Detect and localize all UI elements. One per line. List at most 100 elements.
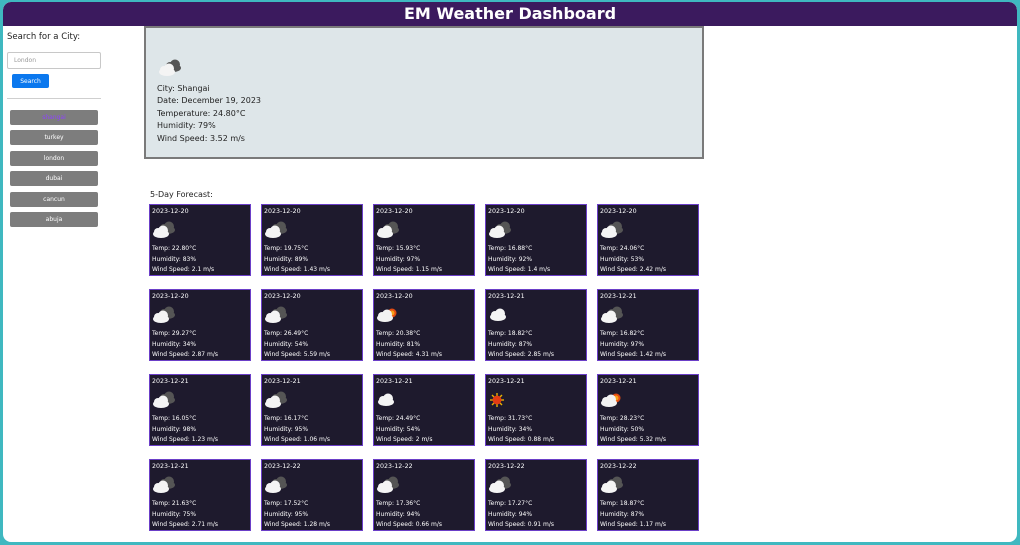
forecast-temp: Temp: 22.80°C xyxy=(152,245,197,252)
forecast-date: 2023-12-22 xyxy=(488,463,525,470)
forecast-date: 2023-12-21 xyxy=(152,378,189,385)
forecast-wind-speed: Wind Speed: 1.17 m/s xyxy=(600,521,666,529)
current-temperature: Temperature: 24.80°C xyxy=(157,108,246,118)
city-history-button-london[interactable]: london xyxy=(10,150,98,166)
forecast-wind-speed: Wind Speed: 1.06 m/s xyxy=(264,436,330,444)
forecast-wind-speed: Wind Speed: 2.42 m/s xyxy=(600,266,666,274)
forecast-wind-speed: Wind Speed: 5.59 m/s xyxy=(264,351,330,359)
partly-sunny-icon xyxy=(600,390,624,414)
forecast-wind-speed: Wind Speed: 0.88 m/s xyxy=(488,436,554,444)
forecast-humidity: Humidity: 75% xyxy=(152,510,197,518)
cloudy-icon xyxy=(376,220,400,244)
search-label: Search for a City: xyxy=(7,32,81,42)
forecast-humidity: Humidity: 54% xyxy=(264,340,309,348)
cloudy-icon xyxy=(376,475,400,499)
forecast-card: 2023-12-20 Temp: 20.38°C Humidity: 81% W… xyxy=(373,289,475,361)
forecast-temp: Temp: 17.52°C xyxy=(264,500,309,507)
forecast-temp: Temp: 20.38°C xyxy=(376,330,421,337)
cloudy-icon xyxy=(600,220,624,244)
sun-icon xyxy=(488,390,510,414)
app-window: EM Weather Dashboard Search for a City: … xyxy=(3,2,1017,542)
forecast-title: 5-Day Forecast: xyxy=(150,190,213,199)
forecast-date: 2023-12-20 xyxy=(264,293,301,300)
forecast-date: 2023-12-20 xyxy=(152,208,189,215)
page-title: EM Weather Dashboard xyxy=(403,4,617,23)
forecast-humidity: Humidity: 50% xyxy=(600,425,645,433)
forecast-humidity: Humidity: 95% xyxy=(264,425,309,433)
forecast-date: 2023-12-20 xyxy=(600,208,637,215)
forecast-wind-speed: Wind Speed: 2.1 m/s xyxy=(152,266,215,274)
forecast-humidity: Humidity: 87% xyxy=(600,510,645,518)
forecast-card: 2023-12-20 Temp: 22.80°C Humidity: 83% W… xyxy=(149,204,251,276)
cloudy-icon xyxy=(488,475,512,499)
city-history-button-turkey[interactable]: turkey xyxy=(10,130,98,146)
forecast-card: 2023-12-20 Temp: 16.88°C Humidity: 92% W… xyxy=(485,204,587,276)
forecast-temp: Temp: 21.63°C xyxy=(152,500,197,507)
cloudy-icon xyxy=(152,390,176,414)
forecast-humidity: Humidity: 95% xyxy=(264,510,309,518)
forecast-card: 2023-12-20 Temp: 15.93°C Humidity: 97% W… xyxy=(373,204,475,276)
cloud-icon xyxy=(376,390,400,414)
forecast-card: 2023-12-20 Temp: 29.27°C Humidity: 34% W… xyxy=(149,289,251,361)
forecast-wind-speed: Wind Speed: 0.91 m/s xyxy=(488,521,554,529)
city-search-input[interactable] xyxy=(7,52,101,69)
city-history-list: shangai turkey london dubai cancun abuja xyxy=(10,110,98,232)
forecast-temp: Temp: 18.82°C xyxy=(488,330,533,337)
cloudy-icon xyxy=(264,305,288,329)
cloudy-icon xyxy=(152,305,176,329)
forecast-temp: Temp: 16.82°C xyxy=(600,330,645,337)
forecast-wind-speed: Wind Speed: 4.31 m/s xyxy=(376,351,442,359)
forecast-wind-speed: Wind Speed: 5.32 m/s xyxy=(600,436,666,444)
current-date: Date: December 19, 2023 xyxy=(157,96,262,106)
forecast-temp: Temp: 24.06°C xyxy=(600,245,645,252)
forecast-humidity: Humidity: 83% xyxy=(152,255,197,263)
forecast-wind-speed: Wind Speed: 0.66 m/s xyxy=(376,521,442,529)
forecast-humidity: Humidity: 87% xyxy=(488,340,533,348)
forecast-card: 2023-12-21 Temp: 28.23°C Humidity: 50% W… xyxy=(597,374,699,446)
forecast-temp: Temp: 29.27°C xyxy=(152,330,197,337)
forecast-wind-speed: Wind Speed: 1.4 m/s xyxy=(488,266,551,274)
cloudy-icon xyxy=(600,305,624,329)
cloudy-icon xyxy=(264,390,288,414)
city-history-button-cancun[interactable]: cancun xyxy=(10,191,98,207)
forecast-date: 2023-12-21 xyxy=(264,378,301,385)
city-history-button-abuja[interactable]: abuja xyxy=(10,211,98,227)
forecast-card: 2023-12-22 Temp: 18.87°C Humidity: 87% W… xyxy=(597,459,699,531)
forecast-humidity: Humidity: 54% xyxy=(376,425,421,433)
current-wind-speed: Wind Speed: 3.52 m/s xyxy=(157,133,245,143)
forecast-humidity: Humidity: 92% xyxy=(488,255,533,263)
forecast-date: 2023-12-21 xyxy=(376,378,413,385)
forecast-humidity: Humidity: 94% xyxy=(488,510,533,518)
city-history-button-dubai[interactable]: dubai xyxy=(10,171,98,187)
cloudy-icon xyxy=(158,58,182,82)
forecast-card: 2023-12-21 Temp: 21.63°C Humidity: 75% W… xyxy=(149,459,251,531)
forecast-date: 2023-12-20 xyxy=(152,293,189,300)
forecast-temp: Temp: 28.23°C xyxy=(600,415,645,422)
forecast-card: 2023-12-21 Temp: 16.17°C Humidity: 95% W… xyxy=(261,374,363,446)
forecast-card: 2023-12-20 Temp: 24.06°C Humidity: 53% W… xyxy=(597,204,699,276)
forecast-date: 2023-12-21 xyxy=(488,293,525,300)
forecast-date: 2023-12-22 xyxy=(376,463,413,470)
forecast-card: 2023-12-21 Temp: 24.49°C Humidity: 54% W… xyxy=(373,374,475,446)
forecast-card: 2023-12-21 Temp: 16.82°C Humidity: 97% W… xyxy=(597,289,699,361)
forecast-card: 2023-12-20 Temp: 19.75°C Humidity: 89% W… xyxy=(261,204,363,276)
forecast-temp: Temp: 16.05°C xyxy=(152,415,197,422)
forecast-wind-speed: Wind Speed: 2.71 m/s xyxy=(152,521,218,529)
forecast-wind-speed: Wind Speed: 2.87 m/s xyxy=(152,351,218,359)
forecast-date: 2023-12-20 xyxy=(376,293,413,300)
forecast-humidity: Humidity: 81% xyxy=(376,340,421,348)
forecast-card: 2023-12-20 Temp: 26.49°C Humidity: 54% W… xyxy=(261,289,363,361)
forecast-temp: Temp: 19.75°C xyxy=(264,245,309,252)
forecast-wind-speed: Wind Speed: 1.23 m/s xyxy=(152,436,218,444)
search-button[interactable]: Search xyxy=(12,74,49,88)
forecast-temp: Temp: 16.88°C xyxy=(488,245,533,252)
forecast-humidity: Humidity: 34% xyxy=(152,340,197,348)
forecast-wind-speed: Wind Speed: 1.43 m/s xyxy=(264,266,330,274)
forecast-temp: Temp: 24.49°C xyxy=(376,415,421,422)
forecast-wind-speed: Wind Speed: 1.42 m/s xyxy=(600,351,666,359)
cloudy-icon xyxy=(152,475,176,499)
forecast-humidity: Humidity: 97% xyxy=(600,340,645,348)
city-history-button-shangai[interactable]: shangai xyxy=(10,110,98,125)
forecast-temp: Temp: 26.49°C xyxy=(264,330,309,337)
forecast-humidity: Humidity: 97% xyxy=(376,255,421,263)
